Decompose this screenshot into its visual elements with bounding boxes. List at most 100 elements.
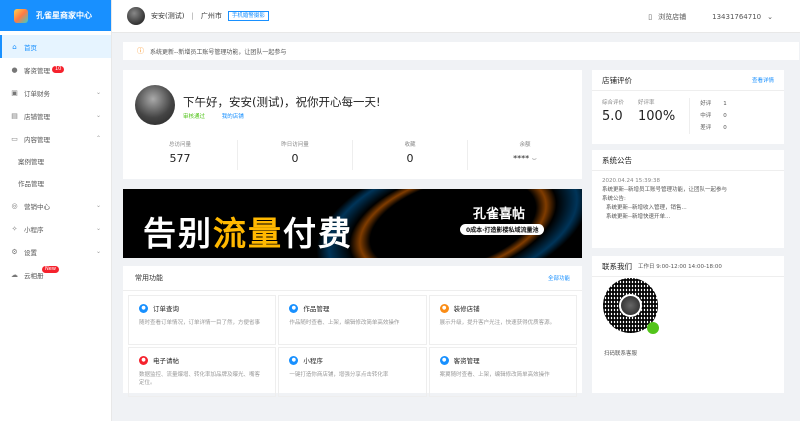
document-icon: ▭ bbox=[11, 134, 18, 143]
contact-title: 联系我们 bbox=[602, 261, 632, 271]
function-leads-management[interactable]: ● 客资管理案翼随时查看、上架，编辑修改简单高效操作 bbox=[428, 347, 577, 397]
sidebar-item-label: 客资管理 bbox=[24, 66, 50, 75]
good-rate: 好评率 100% bbox=[638, 98, 675, 134]
sidebar-nav: ⌂ 首页 ● 客资管理 10 ▣ 订单财务 ⌄ ▤ 店铺管理 ⌄ ▭ 内容管理 ⌃ 案例管理 作品… bbox=[0, 31, 111, 286]
function-works-management[interactable]: ● 作品管理 作品随时查看、上架，编辑修改简单高效操作 bbox=[278, 295, 427, 345]
stat-balance: 余额 **** ⌣ bbox=[468, 140, 582, 170]
stat-label: 总访问量 bbox=[168, 142, 191, 148]
sidebar-subitem-cases[interactable]: 案例管理 bbox=[0, 150, 111, 172]
banner-headline-part: 付费 bbox=[283, 214, 353, 253]
function-mini-program[interactable]: ● 小程序一键打造你商店铺，增强分享点击转化率 bbox=[278, 347, 427, 397]
sidebar-item-store[interactable]: ▤ 店铺管理 ⌄ bbox=[0, 104, 111, 127]
my-store-link[interactable]: 我的店铺 bbox=[222, 114, 244, 120]
function-desc: 案翼随时查看、上架，编辑修改简单高效操作 bbox=[439, 372, 550, 378]
overall-rating: 综合评价 5.0 bbox=[602, 98, 624, 134]
chevron-down-icon: ⌄ bbox=[95, 89, 101, 96]
chevron-down-icon: ⌄ bbox=[95, 202, 101, 209]
function-desc: 一键打造你商店铺，增强分享点击转化率 bbox=[289, 372, 389, 378]
function-title: 客资管理 bbox=[453, 357, 480, 365]
avatar[interactable] bbox=[127, 7, 145, 25]
eye-toggle-icon[interactable]: ⌣ bbox=[532, 154, 537, 163]
banner-slogan: 0成本·打造影楼私域流量池 bbox=[460, 224, 545, 235]
announcement-line: 系统更新--新增收入管理，销售... bbox=[606, 205, 687, 211]
banner-headline-highlight: 流量 bbox=[213, 214, 283, 253]
miniapp-icon: ● bbox=[289, 355, 299, 365]
invitation-icon: ● bbox=[139, 355, 148, 365]
balance-row: **** ⌣ bbox=[468, 154, 582, 164]
chevron-up-icon: ⌃ bbox=[95, 135, 101, 142]
function-desc: 随时查看订单情况，订单详情一目了然，方便省事 bbox=[139, 320, 261, 326]
stat-label: 余额 bbox=[519, 142, 531, 148]
balance-masked-value: **** bbox=[513, 154, 530, 163]
function-title: 小程序 bbox=[303, 357, 323, 365]
rating-row-bad: 差评 0 bbox=[700, 122, 727, 134]
sidebar-item-marketing[interactable]: ◎ 营销中心 ⌄ bbox=[0, 194, 111, 217]
settings-icon: ⚙ bbox=[11, 247, 18, 256]
browse-store-link[interactable]: 浏览店铺 bbox=[658, 12, 686, 22]
function-decorate-store[interactable]: ● 装修店铺 展示升级，提升客户光注，快速获得优质客源。 bbox=[428, 295, 577, 345]
rating-title: 店铺评价 bbox=[602, 75, 632, 85]
announcement-body[interactable]: 2020.04.24 15:39:38 系统更新--新增员工账号管理功能，让团队… bbox=[592, 171, 784, 228]
peacock-logo-icon bbox=[14, 8, 28, 23]
function-desc: 作品随时查看、上架，编辑修改简单高效操作 bbox=[289, 320, 400, 326]
sidebar-item-home[interactable]: ⌂ 首页 bbox=[0, 35, 111, 58]
functions-header: 常用功能 全部功能 bbox=[123, 266, 582, 291]
info-circle-icon: ⓘ bbox=[137, 47, 144, 55]
chevron-down-icon[interactable]: ⌄ bbox=[767, 13, 773, 21]
chevron-down-icon: ⌄ bbox=[95, 248, 101, 255]
store-icon: ▤ bbox=[11, 111, 18, 120]
rating-row-count: 0 bbox=[723, 125, 727, 131]
sidebar-item-label: 小程序 bbox=[24, 225, 44, 234]
stat-label: 昨日访问量 bbox=[281, 142, 309, 148]
decorate-icon: ● bbox=[439, 303, 449, 313]
sidebar-item-miniapp[interactable]: ✧ 小程序 ⌄ bbox=[0, 217, 111, 240]
banner-brand: 孔雀喜帖 bbox=[473, 207, 526, 222]
rating-row-count: 1 bbox=[723, 101, 727, 107]
cloud-icon: ☁ bbox=[11, 270, 18, 279]
sidebar-item-label: 云相册 bbox=[24, 271, 44, 280]
working-hours: 工作日 9:00-12:00 14:00-18:00 bbox=[638, 264, 722, 270]
function-e-invitation[interactable]: ● 电子请帖 数据监控、流量爆增、转化率加品牌及曝光、嘴客定位。 bbox=[128, 347, 277, 397]
rating-row-label: 好评 bbox=[700, 101, 712, 107]
sidebar-item-settings[interactable]: ⚙ 设置 ⌄ bbox=[0, 240, 111, 263]
function-desc: 展示升级，提升客户光注，快速获得优质客源。 bbox=[439, 320, 556, 326]
wechat-icon bbox=[647, 322, 659, 334]
welcome-card: 下午好，安安(测试)，祝你开心每一天! 审核通过 我的店铺 总访问量 577 昨日… bbox=[123, 70, 582, 179]
banner-headline-part: 告别 bbox=[143, 214, 213, 253]
sidebar-item-content[interactable]: ▭ 内容管理 ⌃ bbox=[0, 127, 111, 150]
sidebar-item-label: 订单财务 bbox=[24, 89, 50, 98]
new-badge: New bbox=[42, 266, 59, 273]
user-icon: ● bbox=[11, 65, 18, 74]
function-order-query[interactable]: ● 订单查询 随时查看订单情况，订单详情一目了然，方便省事 bbox=[128, 295, 277, 345]
sidebar-item-label: 店铺管理 bbox=[24, 112, 50, 121]
audit-status: 审核通过 bbox=[183, 114, 206, 120]
announcement-line: 系统更新--新增快速开单... bbox=[606, 214, 671, 220]
stat-label: 收藏 bbox=[404, 142, 416, 148]
sidebar-item-leads[interactable]: ● 客资管理 10 bbox=[0, 58, 111, 81]
function-title: 作品管理 bbox=[303, 305, 330, 313]
notice-text: 系统更新--新增员工账号管理功能，让团队一起参与 bbox=[150, 48, 287, 56]
sidebar-item-orders[interactable]: ▣ 订单财务 ⌄ bbox=[0, 81, 111, 104]
qr-center-avatar bbox=[619, 294, 642, 317]
rating-row-label: 中评 bbox=[700, 113, 712, 119]
brand-header[interactable]: 孔雀星商家中心 bbox=[0, 0, 111, 31]
city-label: 广州市 bbox=[200, 12, 222, 20]
sidebar-subitem-works[interactable]: 作品管理 bbox=[0, 172, 111, 194]
rating-details-link[interactable]: 查看详情 bbox=[752, 76, 774, 84]
rating-row-count: 0 bbox=[723, 113, 727, 119]
rating-breakdown: 好评 1 中评 0 差评 0 bbox=[689, 98, 727, 134]
promo-banner[interactable]: 告别流量付费 孔雀喜帖 0成本·打造影楼私域流量池 bbox=[123, 189, 582, 258]
leads-icon: ● bbox=[439, 355, 449, 365]
announcement-line: 系统更新--新增员工账号管理功能，让团队一起参与 bbox=[602, 187, 727, 193]
overall-value: 5.0 bbox=[602, 109, 623, 124]
function-title: 订单查询 bbox=[153, 305, 179, 313]
all-functions-link[interactable]: 全部功能 bbox=[548, 274, 570, 282]
announcement-header: 系统公告 bbox=[592, 150, 784, 171]
top-bar: 安安(测试) | 广州市 手机婚警摄影 ▯ 浏览店铺 13431764710 ⌄ bbox=[112, 0, 800, 33]
user-name: 安安(测试) bbox=[151, 12, 185, 20]
sidebar-item-cloud-album[interactable]: ☁ 云相册 New bbox=[0, 263, 111, 286]
sidebar-item-label: 首页 bbox=[24, 43, 37, 52]
account-phone[interactable]: 13431764710 bbox=[712, 13, 761, 21]
system-notice-bar[interactable]: ⓘ 系统更新--新增员工账号管理功能，让团队一起参与 bbox=[123, 42, 799, 60]
rating-row-neutral: 中评 0 bbox=[700, 110, 727, 122]
